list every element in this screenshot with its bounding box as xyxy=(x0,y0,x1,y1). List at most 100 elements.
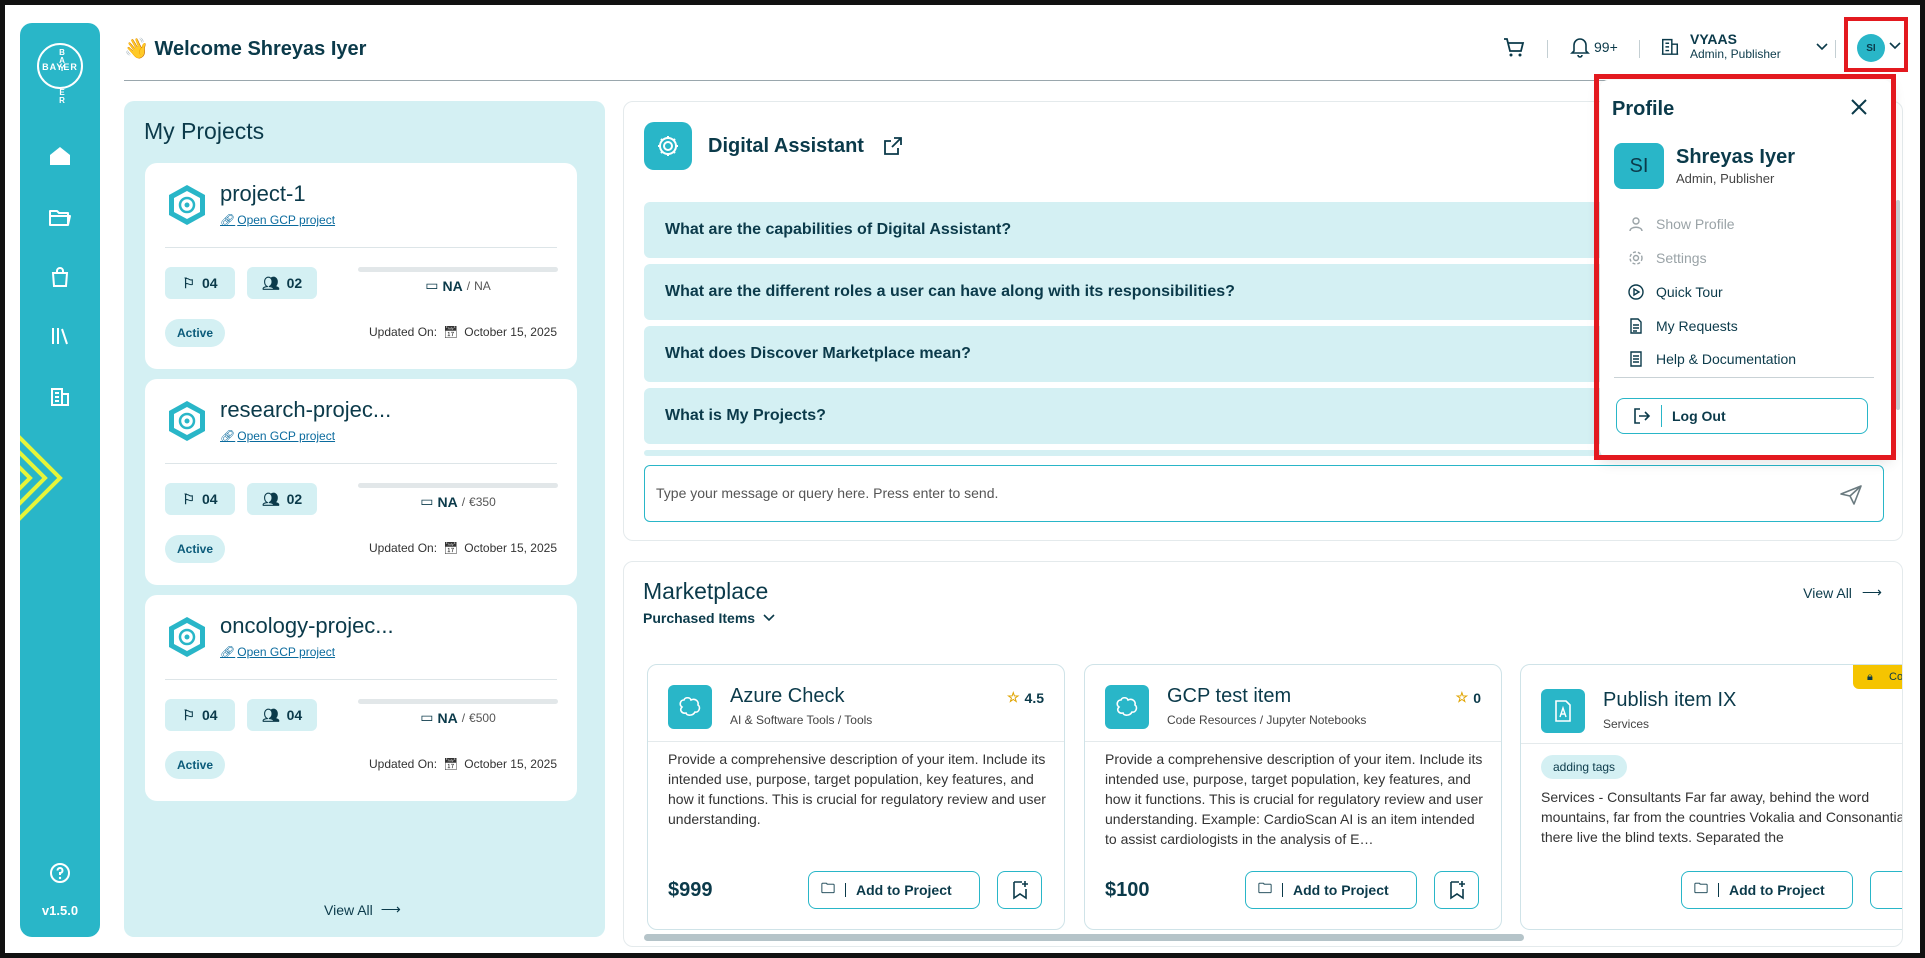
calendar-icon: 📅︎ xyxy=(443,757,459,771)
decorative-chevrons xyxy=(20,435,63,521)
header-divider xyxy=(124,80,1844,81)
scrollbar[interactable] xyxy=(1896,200,1900,410)
chevron-down-icon xyxy=(763,614,775,622)
header-separator xyxy=(1835,40,1836,58)
horizontal-scrollbar[interactable] xyxy=(644,934,1524,941)
add-to-project-button[interactable]: 🗀 Add to Project xyxy=(808,871,980,909)
notifications-button[interactable]: 99+ xyxy=(1570,36,1618,58)
brain-icon xyxy=(668,685,712,729)
project-card[interactable]: oncology-projec... 🔗︎ Open GCP project ⚐ 0… xyxy=(145,595,577,801)
add-to-project-button[interactable]: 🗀 Add to Project xyxy=(1681,871,1853,909)
calendar-icon: 📅︎ xyxy=(443,325,459,339)
bookmark-plus-icon xyxy=(1012,881,1028,900)
marketplace-item-card[interactable]: GCP test item Code Resources / Jupyter N… xyxy=(1084,664,1502,930)
header-separator xyxy=(1547,40,1548,58)
users-icon: 👥︎ xyxy=(261,706,280,723)
chevron-down-icon xyxy=(1816,43,1828,51)
marketplace-panel: Marketplace Purchased Items View All ⟶ Az… xyxy=(623,561,1903,947)
highlight-box xyxy=(1844,17,1908,72)
bookmark-add-button[interactable] xyxy=(997,871,1042,909)
wallet-icon: ▭ xyxy=(420,709,434,725)
flags-chip: ⚐ 04 xyxy=(165,699,235,731)
link-icon: 🔗︎ xyxy=(220,429,236,443)
item-category: AI & Software Tools / Tools xyxy=(730,713,873,727)
divider xyxy=(165,463,557,464)
bell-icon xyxy=(1570,38,1590,58)
library-icon[interactable] xyxy=(47,323,73,349)
flags-chip: ⚐ 04 xyxy=(165,483,235,515)
budget: ▭ NA / €500 xyxy=(420,709,496,726)
item-name: Publish item IX xyxy=(1603,689,1737,711)
external-link-icon[interactable] xyxy=(882,135,904,157)
divider xyxy=(648,741,1064,742)
building-icon[interactable] xyxy=(47,383,73,409)
star-icon: ☆ xyxy=(1006,689,1020,705)
status-badge: Active xyxy=(165,751,226,779)
project-hex-icon xyxy=(169,617,205,657)
flag-icon: ⚐ xyxy=(182,490,195,507)
bookmark-add-button[interactable] xyxy=(1434,871,1479,909)
assistant-title: Digital Assistant xyxy=(708,135,864,157)
org-role: Admin, Publisher xyxy=(1690,47,1781,61)
budget: ▭ NA / €350 xyxy=(420,493,496,510)
message-input[interactable] xyxy=(656,485,1806,501)
members-chip: 👥︎ 02 xyxy=(247,267,317,299)
gcp-link[interactable]: 🔗︎ Open GCP project xyxy=(220,645,335,659)
budget-bar xyxy=(358,483,558,488)
bookmark-add-button[interactable] xyxy=(1870,871,1902,909)
org-switcher[interactable]: VYAAS Admin, Publisher xyxy=(1660,31,1829,61)
divider xyxy=(1521,743,1902,744)
highlight-box xyxy=(1594,74,1896,460)
marketplace-view-all-link[interactable]: View All ⟶ xyxy=(1803,584,1882,601)
building-icon xyxy=(1661,38,1679,55)
projects-view-all-link[interactable]: View All ⟶ xyxy=(324,901,401,918)
divider xyxy=(165,679,557,680)
item-description: Provide a comprehensive description of y… xyxy=(1105,751,1483,847)
cart-icon[interactable] xyxy=(1502,36,1526,63)
link-icon: 🔗︎ xyxy=(220,213,236,227)
status-badge: Active xyxy=(165,535,226,563)
app-version: v1.5.0 xyxy=(41,903,79,918)
marketplace-item-card[interactable]: Azure Check AI & Software Tools / Tools … xyxy=(647,664,1065,930)
panel-title: My Projects xyxy=(144,118,265,144)
link-icon: 🔗︎ xyxy=(220,645,236,659)
project-hex-icon xyxy=(169,401,205,441)
header-separator xyxy=(1639,40,1640,58)
project-card[interactable]: research-projec... 🔗︎ Open GCP project ⚐ 0… xyxy=(145,379,577,585)
send-icon[interactable] xyxy=(1839,484,1863,506)
project-name: research-projec... xyxy=(220,397,392,422)
item-price: $100 xyxy=(1105,879,1150,901)
folder-icon[interactable] xyxy=(47,205,73,231)
notification-count: 99+ xyxy=(1594,39,1618,55)
marketplace-item-card[interactable]: 🔒︎Comp Publish item IX Services adding t… xyxy=(1520,664,1903,930)
updated-on: Updated On: 📅︎ October 15, 2025 xyxy=(368,541,557,555)
project-name: oncology-projec... xyxy=(220,613,394,638)
flags-chip: ⚐ 04 xyxy=(165,267,235,299)
users-icon: 👥︎ xyxy=(261,490,280,507)
home-icon[interactable] xyxy=(47,143,73,169)
bayer-logo[interactable]: BAYER BAYER xyxy=(37,43,83,105)
folder-icon: 🗀 xyxy=(821,880,835,896)
help-icon[interactable] xyxy=(47,860,73,886)
budget-bar xyxy=(358,699,558,704)
arrow-right-icon: ⟶ xyxy=(1861,584,1882,600)
users-icon: 👥︎ xyxy=(261,274,280,291)
welcome-title: 👋 Welcome Shreyas Iyer xyxy=(124,38,367,60)
bookmark-plus-icon xyxy=(1449,881,1465,900)
budget: ▭ NA / NA xyxy=(425,277,491,294)
folder-icon: 🗀 xyxy=(1694,880,1708,896)
add-to-project-button[interactable]: 🗀 Add to Project xyxy=(1245,871,1417,909)
marketplace-filter-dropdown[interactable]: Purchased Items xyxy=(643,610,775,626)
shopping-bag-icon[interactable] xyxy=(47,264,73,290)
item-rating: ☆ 4.5 xyxy=(1006,689,1044,706)
members-chip: 👥︎ 02 xyxy=(247,483,317,515)
item-description: Services - Consultants Far far away, beh… xyxy=(1541,789,1903,845)
item-price: $999 xyxy=(668,879,713,901)
arrow-right-icon: ⟶ xyxy=(380,901,401,917)
project-card[interactable]: project-1 🔗︎ Open GCP project ⚐ 04 👥︎ 02 ▭ N… xyxy=(145,163,577,369)
gcp-link[interactable]: 🔗︎ Open GCP project xyxy=(220,213,335,227)
marketplace-title: Marketplace xyxy=(643,578,769,604)
org-name: VYAAS xyxy=(1690,31,1737,47)
item-tag: adding tags xyxy=(1541,755,1628,779)
gcp-link[interactable]: 🔗︎ Open GCP project xyxy=(220,429,335,443)
